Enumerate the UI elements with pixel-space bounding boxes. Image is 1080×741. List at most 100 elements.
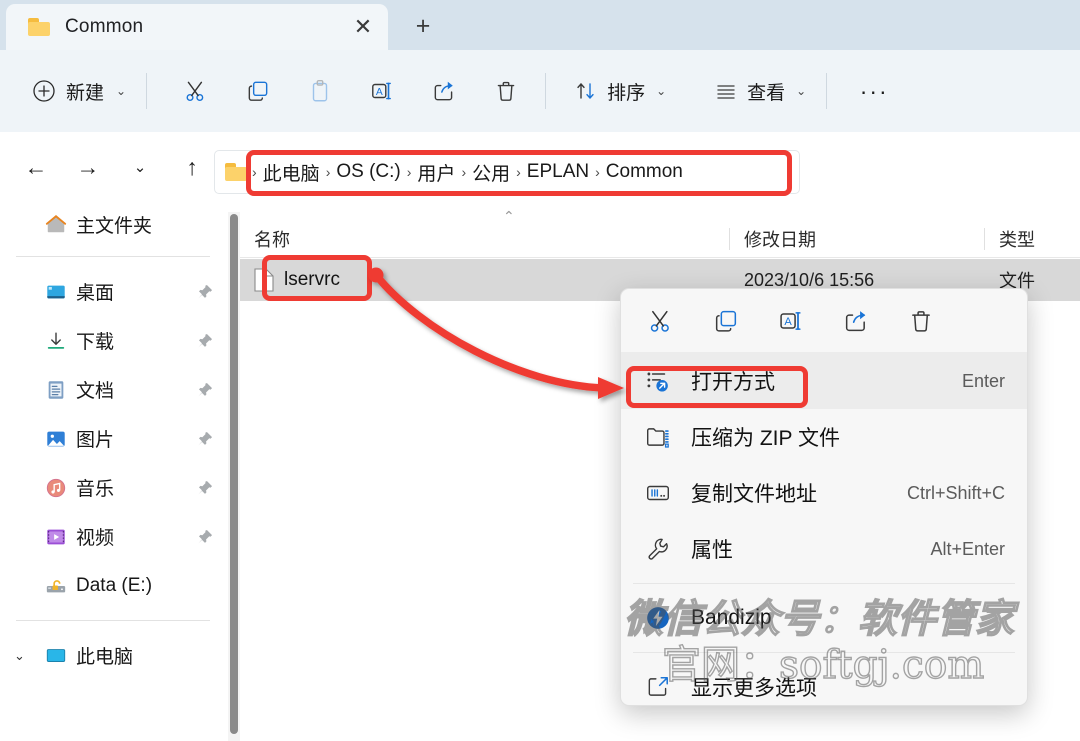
sidebar-item-label: 下载	[76, 332, 115, 353]
paste-button[interactable]	[289, 68, 351, 114]
sidebar-item-documents[interactable]: 文档	[0, 365, 226, 414]
delete-button[interactable]	[475, 68, 537, 114]
copy-icon	[712, 307, 740, 335]
wrench-icon	[645, 536, 671, 562]
up-button[interactable]: ↑	[170, 145, 214, 189]
menu-item-open-with[interactable]: 打开方式 Enter	[621, 353, 1027, 409]
menu-item-shortcut: Ctrl+Shift+C	[906, 482, 1005, 503]
chevron-down-icon[interactable]: ⌄	[14, 648, 25, 664]
column-header-type[interactable]: 类型	[985, 220, 1080, 258]
pin-icon[interactable]	[196, 381, 214, 399]
breadcrumb-item-3[interactable]: 公用	[467, 157, 515, 188]
open-with-icon	[645, 368, 671, 394]
sidebar-scrollbar-thumb[interactable]	[230, 214, 238, 734]
sidebar-item-label: 视频	[76, 528, 115, 549]
sidebar-item-data-drive[interactable]: Data (E:)	[0, 561, 226, 610]
breadcrumb-item-5[interactable]: Common	[601, 159, 688, 185]
scissors-icon	[183, 78, 209, 104]
copy-button[interactable]	[227, 68, 289, 114]
share-icon	[842, 307, 870, 335]
menu-item-shortcut: Enter	[961, 370, 1005, 391]
breadcrumb-item-1[interactable]: OS (C:)	[331, 159, 405, 185]
cut-button[interactable]	[165, 68, 227, 114]
breadcrumb-separator: ›	[252, 164, 257, 180]
pin-icon[interactable]	[196, 479, 214, 497]
more-options-button[interactable]: ···	[843, 68, 905, 114]
delete-button[interactable]	[903, 303, 939, 339]
sidebar-item-pictures[interactable]: 图片	[0, 414, 226, 463]
tab-common[interactable]: Common ✕	[6, 4, 388, 50]
sidebar-item-desktop[interactable]: 桌面	[0, 267, 226, 316]
menu-item-compress-zip[interactable]: 压缩为 ZIP 文件	[621, 409, 1027, 465]
sidebar-item-label: Data (E:)	[76, 574, 153, 596]
new-tab-button[interactable]: +	[404, 9, 442, 43]
pin-icon[interactable]	[196, 528, 214, 546]
breadcrumb-item-4[interactable]: EPLAN	[522, 159, 594, 185]
sort-arrows-icon	[574, 79, 598, 103]
menu-item-label: 压缩为 ZIP 文件	[691, 427, 840, 450]
breadcrumb-item-0[interactable]: 此电脑	[258, 157, 325, 188]
document-icon	[44, 378, 68, 402]
menu-item-shortcut: Alt+Enter	[930, 538, 1005, 559]
chevron-down-icon: ⌄	[133, 159, 147, 176]
share-button[interactable]	[838, 303, 874, 339]
new-button-label: 新建	[66, 82, 105, 104]
sidebar-item-downloads[interactable]: 下载	[0, 316, 226, 365]
sort-button-label: 排序	[607, 82, 646, 104]
sidebar-item-label: 此电脑	[76, 647, 134, 668]
command-bar: 新建 ⌄ A 排序 ⌄ 查看 ⌄ ···	[0, 50, 1080, 132]
sidebar-item-home[interactable]: 主文件夹	[0, 202, 226, 246]
pin-icon[interactable]	[196, 332, 214, 350]
menu-item-show-more-options[interactable]: 显示更多选项	[621, 659, 1027, 705]
breadcrumb-separator: ›	[516, 164, 521, 180]
menu-item-copy-path[interactable]: 复制文件地址 Ctrl+Shift+C	[621, 465, 1027, 521]
menu-item-label: 属性	[691, 539, 733, 562]
menu-item-properties[interactable]: 属性 Alt+Enter	[621, 521, 1027, 577]
close-icon[interactable]: ✕	[348, 12, 378, 42]
desktop-icon	[44, 280, 68, 304]
context-menu-toolbar: A	[621, 289, 1027, 353]
recent-locations-button[interactable]: ⌄	[118, 145, 162, 189]
breadcrumb-item-2[interactable]: 用户	[412, 157, 460, 188]
sort-button[interactable]: 排序 ⌄	[562, 68, 678, 114]
sidebar-item-music[interactable]: 音乐	[0, 463, 226, 512]
view-button[interactable]: 查看 ⌄	[702, 68, 818, 114]
sidebar-divider-2	[16, 620, 210, 621]
menu-item-bandizip[interactable]: Bandizip	[621, 590, 1027, 646]
sidebar-item-videos[interactable]: 视频	[0, 512, 226, 561]
rename-button[interactable]: A	[773, 303, 809, 339]
forward-button[interactable]: →	[66, 145, 110, 189]
menu-item-label: 显示更多选项	[691, 677, 817, 700]
menu-item-label: 打开方式	[691, 371, 775, 394]
column-header-date[interactable]: 修改日期	[730, 220, 985, 258]
address-bar[interactable]: › 此电脑 › OS (C:) › 用户 › 公用 › EPLAN › Comm…	[214, 150, 800, 194]
rename-button[interactable]: A	[351, 68, 413, 114]
chevron-down-icon: ⌄	[796, 84, 807, 98]
breadcrumb-separator: ›	[461, 164, 467, 180]
menu-divider	[633, 583, 1015, 584]
back-button[interactable]: ←	[14, 145, 58, 189]
svg-text:A: A	[376, 87, 383, 98]
column-header-name[interactable]: 名称	[240, 220, 730, 258]
pictures-icon	[44, 427, 68, 451]
share-icon	[431, 78, 457, 104]
sidebar-item-this-pc[interactable]: ⌄ 此电脑	[0, 631, 226, 680]
cut-button[interactable]	[643, 303, 679, 339]
chevron-down-icon: ⌄	[656, 84, 667, 98]
sidebar-item-label: 文档	[76, 381, 115, 402]
download-icon	[44, 329, 68, 353]
pin-icon[interactable]	[196, 430, 214, 448]
share-button[interactable]	[413, 68, 475, 114]
pin-icon[interactable]	[196, 283, 214, 301]
breadcrumb: › 此电脑 › OS (C:) › 用户 › 公用 › EPLAN › Comm…	[251, 157, 688, 188]
ellipsis-icon: ···	[859, 78, 889, 104]
copy-button[interactable]	[708, 303, 744, 339]
menu-item-label: Bandizip	[691, 606, 772, 629]
folder-icon	[225, 163, 247, 181]
breadcrumb-separator: ›	[595, 164, 600, 180]
this-pc-icon	[44, 644, 68, 668]
new-button[interactable]: 新建 ⌄	[20, 68, 138, 114]
zip-folder-icon	[645, 424, 671, 450]
title-bar: Common ✕ +	[0, 0, 1080, 50]
arrow-up-icon: ↑	[186, 153, 198, 180]
